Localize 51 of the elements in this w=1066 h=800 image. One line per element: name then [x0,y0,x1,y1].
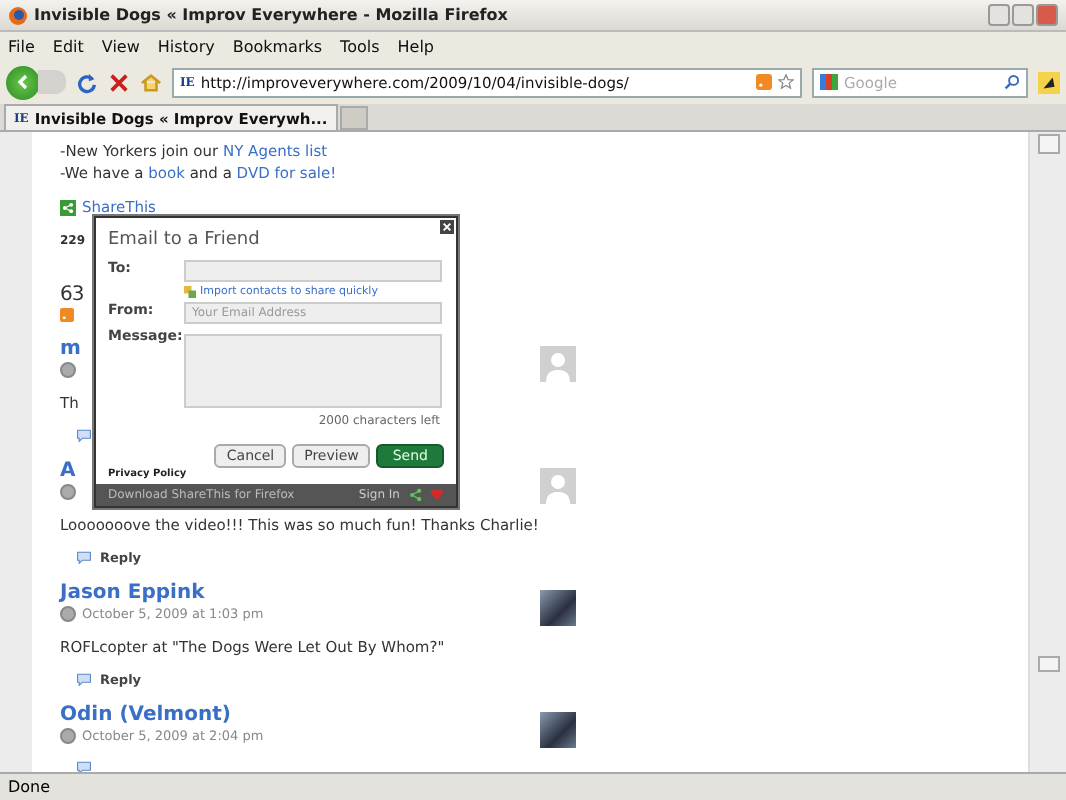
scrollbar-thumb[interactable] [1038,656,1060,672]
rss-icon[interactable] [60,308,74,322]
menu-item[interactable]: File [8,37,35,55]
scroll-up-button[interactable] [1038,134,1060,154]
close-icon[interactable] [440,220,454,234]
message-field[interactable] [184,334,442,408]
contacts-icon [184,286,196,298]
menu-item[interactable]: History [157,37,215,55]
status-text: Done [8,778,51,796]
close-button[interactable] [1036,4,1058,26]
photo-placeholder [540,712,576,748]
menu-item[interactable]: View [101,37,140,55]
speech-bubble-icon [76,428,92,442]
speech-bubble-icon [76,760,92,772]
clock-icon [60,483,76,499]
new-tab-button[interactable] [339,106,368,130]
comment-author[interactable]: A [60,460,76,482]
share-icon [60,199,76,215]
comment-author[interactable]: Jason Eppink [60,582,205,604]
addon-icon[interactable] [1038,71,1060,93]
menu-item[interactable]: Tools [340,37,380,55]
maximize-button[interactable] [1012,4,1034,26]
comment-author[interactable]: Odin (Velmont) [60,704,231,726]
menu-item[interactable]: Bookmarks [232,37,323,55]
home-icon[interactable] [140,71,162,93]
heart-icon [430,488,444,502]
speech-bubble-icon [76,672,92,686]
photo-placeholder [540,590,576,626]
comments-count: 63 [60,284,86,306]
menu-item[interactable]: Edit [52,37,84,55]
back-button[interactable] [6,65,40,99]
avatar-silhouette-icon [540,468,576,504]
search-icon[interactable] [1004,74,1020,90]
stop-icon[interactable] [108,71,130,93]
clock-icon [60,361,76,377]
menu-item[interactable]: Help [397,37,435,55]
search-engine-icon [820,74,838,90]
comment-author[interactable]: m [60,338,81,360]
dialog-title: Email to a Friend [108,230,262,250]
avatar-silhouette-icon [540,346,576,382]
browser-logo-icon [8,5,28,25]
reload-icon[interactable] [76,71,98,93]
star-icon[interactable] [778,74,794,90]
speech-bubble-icon [76,550,92,564]
minimize-button[interactable] [988,4,1010,26]
clock-icon [60,727,76,743]
share-icon [408,488,422,502]
window-title: Invisible Dogs « Improv Everywhere - Mozilla Firefox [34,6,508,24]
clock-icon [60,605,76,621]
to-field[interactable] [184,260,442,282]
rss-icon[interactable] [756,74,772,90]
